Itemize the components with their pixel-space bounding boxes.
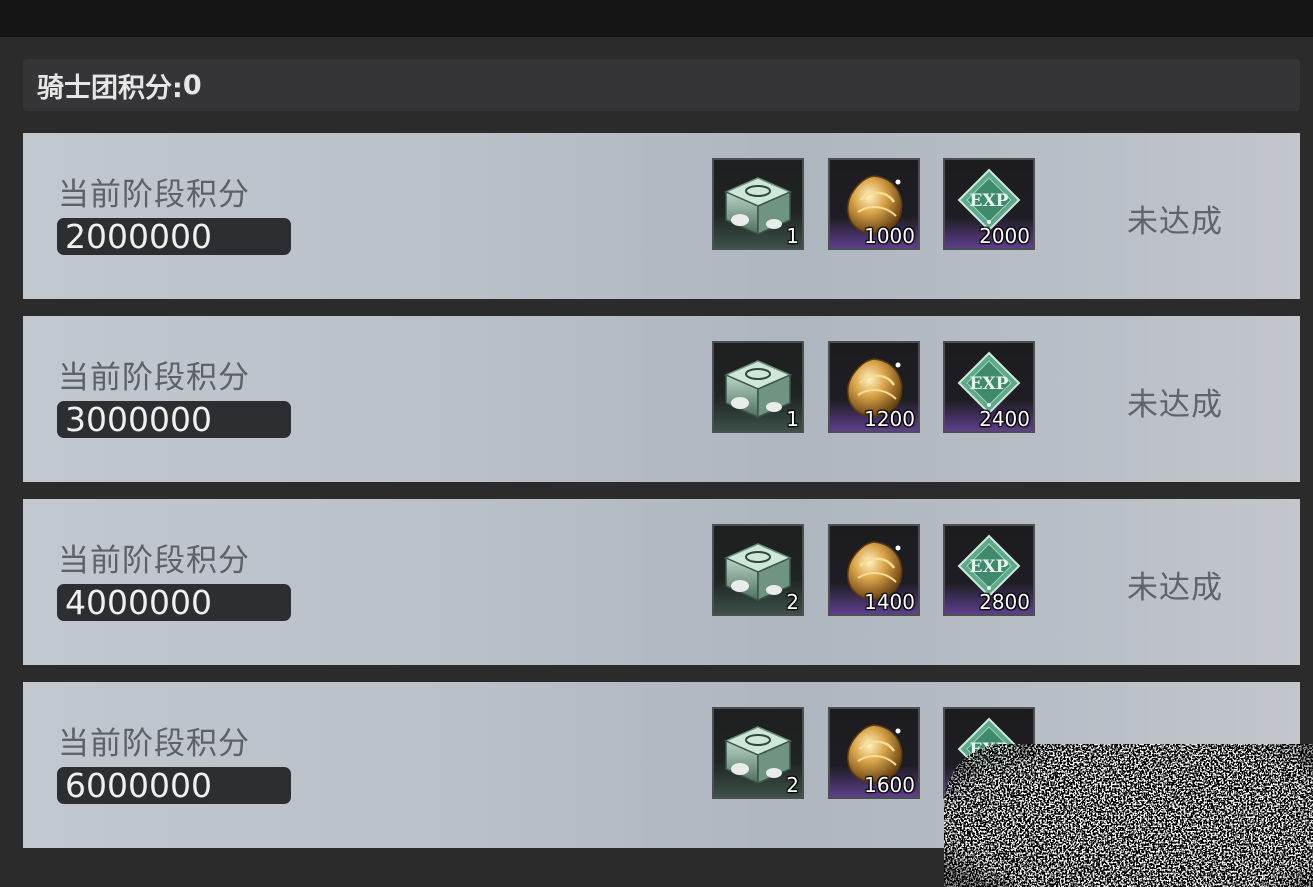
guild-score-header: 骑士团积分: 0	[23, 59, 1300, 111]
reward-slot-exp[interactable]: EXP 2800	[943, 524, 1035, 616]
reward-quantity: 2000	[979, 224, 1030, 248]
reward-quantity: 2800	[979, 590, 1030, 614]
reward-slot-gold-orb[interactable]: 1200	[828, 341, 920, 433]
stage-threshold: 3000000	[57, 401, 291, 438]
reward-slot-exp[interactable]: EXP 2400	[943, 341, 1035, 433]
reward-quantity: 1	[786, 407, 799, 431]
reward-slot-exp[interactable]: EXP 2000	[943, 158, 1035, 250]
guild-score-value: 0	[182, 69, 202, 101]
reward-slot-gold-orb[interactable]: 1600	[828, 707, 920, 799]
reward-quantity: 2	[786, 773, 799, 797]
reward-quantity: 2400	[979, 407, 1030, 431]
top-bar	[0, 0, 1313, 37]
reward-slot-exp[interactable]: EXP 3200	[943, 707, 1035, 799]
stage-label: 当前阶段积分	[58, 726, 250, 762]
reward-quantity: 1600	[864, 773, 915, 797]
svg-text:EXP: EXP	[970, 374, 1009, 394]
reward-quantity: 1	[786, 224, 799, 248]
stage-row: 当前阶段积分 6000000 2 1600 EXP 3200 未达成	[23, 682, 1300, 848]
reward-slot-gold-orb[interactable]: 1400	[828, 524, 920, 616]
reward-quantity: 3200	[979, 773, 1030, 797]
stage-status: 未达成	[1127, 387, 1223, 423]
stage-threshold: 4000000	[57, 584, 291, 621]
stage-status: 未达成	[1127, 570, 1223, 606]
stage-threshold: 2000000	[57, 218, 291, 255]
stage-row: 当前阶段积分 4000000 2 1400 EXP 2800 未达成	[23, 499, 1300, 665]
stage-status: 未达成	[1127, 753, 1223, 789]
guild-score-label: 骑士团积分:	[37, 72, 183, 104]
stage-label: 当前阶段积分	[58, 177, 250, 213]
stage-label: 当前阶段积分	[58, 360, 250, 396]
reward-slot-gold-orb[interactable]: 1000	[828, 158, 920, 250]
stage-row: 当前阶段积分 3000000 1 1200 EXP 2400 未达成	[23, 316, 1300, 482]
stage-threshold: 6000000	[57, 767, 291, 804]
stage-status: 未达成	[1127, 204, 1223, 240]
svg-text:EXP: EXP	[970, 740, 1009, 760]
reward-slot-chest[interactable]: 1	[712, 341, 804, 433]
reward-quantity: 1200	[864, 407, 915, 431]
stage-label: 当前阶段积分	[58, 543, 250, 579]
reward-quantity: 1400	[864, 590, 915, 614]
reward-quantity: 2	[786, 590, 799, 614]
reward-slot-chest[interactable]: 2	[712, 707, 804, 799]
svg-text:EXP: EXP	[970, 191, 1009, 211]
reward-quantity: 1000	[864, 224, 915, 248]
reward-slot-chest[interactable]: 2	[712, 524, 804, 616]
reward-slot-chest[interactable]: 1	[712, 158, 804, 250]
stage-row: 当前阶段积分 2000000 1 1000 EXP 2000 未达成	[23, 133, 1300, 299]
svg-text:EXP: EXP	[970, 557, 1009, 577]
